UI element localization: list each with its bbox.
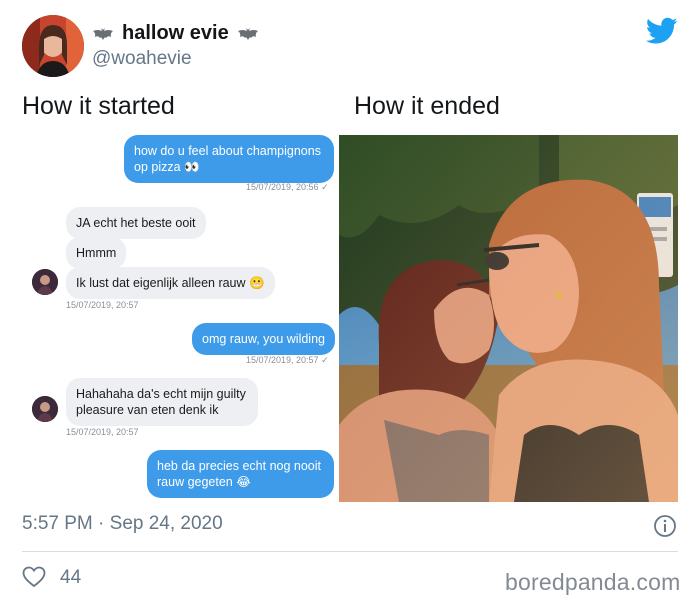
tweet-card: hallow evie @woahevie How it started How… [0,0,700,606]
couple-photo[interactable] [339,135,678,502]
message-timestamp: 15/07/2019, 20:57 [66,427,139,437]
user-handle[interactable]: @woahevie [92,48,192,70]
bat-icon [93,27,113,40]
bat-icon [237,27,258,40]
message-timestamp: 15/07/2019, 20:57 ✓ [246,355,329,365]
message-bubble-incoming: Ik lust dat eigenlijk alleen rauw 😬 [66,267,275,299]
avatar[interactable] [22,15,84,77]
boredpanda-watermark: boredpanda.com [505,569,681,595]
info-icon[interactable] [653,514,677,538]
sender-avatar[interactable] [32,269,58,295]
divider [22,551,678,552]
message-timestamp: 15/07/2019, 20:57 [66,300,139,310]
twitter-bird-icon[interactable] [646,17,678,45]
like-count: 44 [60,567,82,588]
caption-how-it-started: How it started [22,92,175,120]
heart-icon[interactable] [22,566,46,588]
tweet-timestamp[interactable]: 5:57 PM · Sep 24, 2020 [22,513,223,535]
message-bubble-outgoing: omg rauw, you wilding [192,323,335,355]
name-row: hallow evie [92,22,259,45]
message-bubble-incoming: Hmmm [66,237,127,269]
caption-how-it-ended: How it ended [354,92,500,120]
message-bubble-incoming: JA echt het beste ooit [66,207,206,239]
sender-avatar[interactable] [32,396,58,422]
chat-screenshot[interactable]: how do u feel about champignons op pizza… [22,132,338,502]
message-timestamp: 15/07/2019, 20:56 ✓ [246,182,329,192]
display-name[interactable]: hallow evie [122,22,229,45]
message-bubble-incoming: Hahahaha da's echt mijn guilty pleasure … [66,378,258,426]
message-bubble-outgoing: how do u feel about champignons op pizza… [124,135,334,183]
message-bubble-outgoing: heb da precies echt nog nooit rauw geget… [147,450,334,498]
